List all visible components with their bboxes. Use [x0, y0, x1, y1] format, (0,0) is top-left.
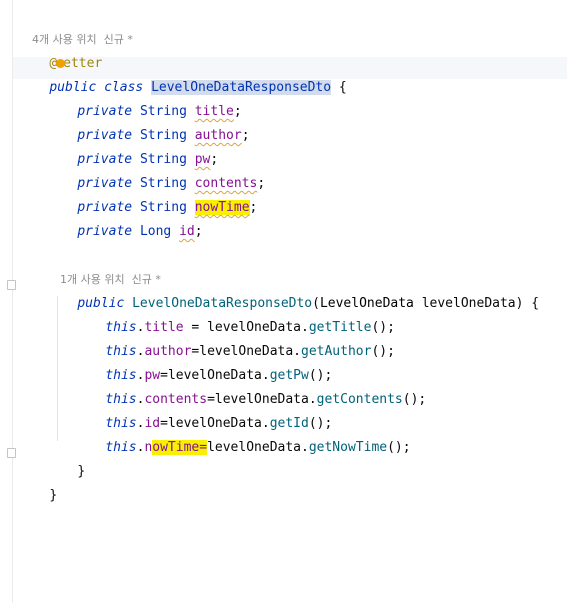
class-close-brace[interactable]: }	[18, 466, 57, 503]
constructor-usage-hint[interactable]: 1개 사용 위치 신규 *	[46, 250, 161, 286]
class-open-brace: {	[331, 80, 347, 95]
field-line-id[interactable]: private Long id;	[46, 202, 202, 239]
source-object[interactable]: levelOneData	[207, 440, 301, 455]
class-declaration-line[interactable]: public class LevelOneDataResponseDto {	[18, 58, 347, 95]
constructor-close-brace[interactable]: }	[46, 442, 85, 479]
field-line-title[interactable]: private String title;	[46, 82, 241, 119]
class-usage-hint[interactable]: 4개 사용 위치 신규 *	[18, 10, 133, 46]
assignment-line-title[interactable]: this.title = levelOneData.getTitle();	[74, 298, 395, 335]
class-author-text[interactable]: 신규 *	[104, 33, 133, 46]
field-name-highlighted[interactable]: nowTime	[194, 200, 250, 215]
assignment-line-nowtime[interactable]: this.nowTime=levelOneData.getNowTime();	[74, 418, 411, 455]
field-line-contents[interactable]: private String contents;	[46, 154, 265, 191]
assignment-line-id[interactable]: this.id=levelOneData.getId();	[74, 394, 332, 431]
class-close: }	[49, 488, 58, 503]
code-editor[interactable]: 4개 사용 위치 신규 * @ etter public class LevelO…	[0, 0, 567, 603]
field-line-pw[interactable]: private String pw;	[46, 130, 218, 167]
this-keyword: this	[105, 440, 137, 455]
getter-annotation-line[interactable]: @ etter	[18, 34, 102, 71]
field-modifier: private	[77, 224, 133, 239]
editor-gutter[interactable]	[0, 0, 13, 603]
assigned-field-highlighted[interactable]: owTime=	[152, 440, 208, 455]
ctor-close: }	[77, 464, 86, 479]
constructor-declaration-line[interactable]: public LevelOneDataResponseDto(LevelOneD…	[46, 274, 539, 311]
assignment-line-author[interactable]: this.author=levelOneData.getAuthor();	[74, 322, 395, 359]
ctor-param-name[interactable]: levelOneData	[422, 296, 516, 311]
field-name[interactable]: id	[179, 224, 195, 239]
fold-constructor-end-icon[interactable]	[7, 448, 16, 458]
getter-call[interactable]: getNowTime	[309, 440, 387, 455]
assignment-line-pw[interactable]: this.pw=levelOneData.getPw();	[74, 346, 332, 383]
field-line-nowtime[interactable]: private String nowTime;	[46, 178, 257, 215]
ctor-open: ) {	[515, 296, 540, 311]
call-tail: ();	[387, 440, 411, 455]
fold-constructor-icon[interactable]	[7, 280, 16, 290]
call-tail: ();	[402, 392, 427, 407]
field-line-author[interactable]: private String author;	[46, 106, 249, 143]
field-type: Long	[139, 224, 172, 239]
assignment-line-contents[interactable]: this.contents=levelOneData.getContents()…	[74, 370, 426, 407]
call-tail: ();	[371, 344, 395, 359]
